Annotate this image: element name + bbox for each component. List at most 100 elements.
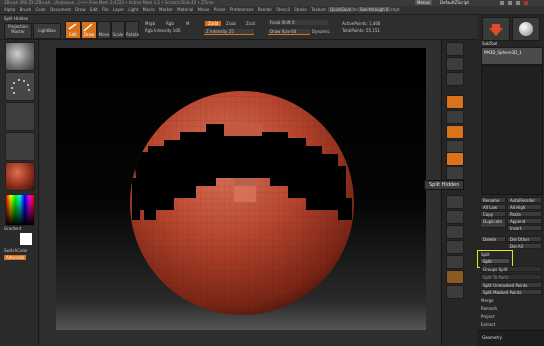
sphere-icon[interactable] [512, 17, 540, 41]
local-button[interactable] [446, 125, 464, 139]
tool-thumb-icon[interactable] [482, 17, 510, 41]
menu-item-edit[interactable]: Edit [90, 7, 102, 12]
solo-button[interactable] [446, 270, 464, 284]
subtool-slot[interactable]: PM3D_Sphere3D_1 [481, 47, 543, 65]
rgb-intensity-slider[interactable]: Rgb Intensity 100 [145, 28, 180, 33]
copy-button[interactable]: Copy [480, 211, 506, 217]
menu-item-alpha[interactable]: Alpha [4, 7, 20, 12]
scale-button[interactable]: Scale [111, 21, 125, 39]
groups-split-button[interactable]: Groups Split [480, 266, 542, 272]
split-hidden-label: Split Hidden [4, 16, 29, 21]
main-color-swatch[interactable] [20, 233, 32, 245]
close-icon[interactable] [524, 1, 528, 5]
transp-button[interactable] [446, 255, 464, 269]
stroke-icon[interactable] [5, 72, 35, 101]
move-button[interactable]: Move [97, 21, 111, 39]
persp-button[interactable] [446, 95, 464, 109]
split-hidden-button[interactable]: Split Hidden [480, 258, 510, 270]
material-icon[interactable] [5, 162, 35, 191]
duplicate-button[interactable]: Duplicate [480, 218, 506, 228]
geometry-header[interactable]: Geometry [478, 330, 544, 346]
color-picker-icon[interactable] [5, 194, 35, 226]
xyz-button[interactable] [446, 152, 464, 166]
extract-section[interactable]: Extract [481, 322, 495, 327]
minimize-icon[interactable] [508, 1, 512, 5]
switch-color-label[interactable]: SwitchColor [4, 248, 28, 253]
quicksave-button[interactable]: QuickSave [328, 7, 354, 12]
bpr-button[interactable] [446, 42, 464, 56]
focal-shift-slider[interactable]: Focal Shift 0 [268, 20, 328, 25]
maximize-icon[interactable] [516, 1, 520, 5]
left-shelf: Gradient SwitchColor Alternate [0, 40, 39, 345]
draw-size-slider[interactable]: Draw Size 64 [268, 29, 310, 35]
menu-item-stencil[interactable]: Stencil [276, 7, 294, 12]
scale-view-button[interactable] [446, 210, 464, 224]
append-button[interactable]: Append [507, 218, 542, 224]
texture-icon[interactable] [5, 132, 35, 161]
brush-icon[interactable] [5, 42, 35, 71]
alternate-button[interactable]: Alternate [4, 255, 27, 260]
menu-item-layer[interactable]: Layer [113, 7, 128, 12]
sphere-mesh[interactable] [116, 78, 376, 330]
menus-toggle[interactable]: Menus [415, 0, 433, 5]
menu-item-light[interactable]: Light [128, 7, 142, 12]
menu-item-movie[interactable]: Movie [198, 7, 214, 12]
menu-item-draw[interactable]: Draw [75, 7, 90, 12]
draw-button[interactable]: Draw [81, 21, 97, 39]
frame-button[interactable] [446, 166, 464, 180]
menu-item-file[interactable]: File [102, 7, 113, 12]
m-button[interactable]: M [186, 21, 189, 26]
delete-button[interactable]: Delete [480, 236, 506, 242]
sphere-viewport[interactable] [56, 48, 426, 330]
menu-item-document[interactable]: Document [50, 7, 75, 12]
zadd-button[interactable]: Zadd [205, 21, 222, 26]
insert-button[interactable]: Insert [507, 225, 542, 231]
z-intensity-slider[interactable]: Z Intensity 25 [204, 29, 254, 35]
dynamic-toggle[interactable]: Dynamic [312, 29, 330, 34]
rotate-button[interactable]: Rotate [125, 21, 139, 39]
menu-item-render[interactable]: Render [258, 7, 277, 12]
rgb-button[interactable]: Rgb [166, 21, 174, 26]
projection-master-button[interactable]: Projection Master [4, 23, 32, 39]
menu-item-marker[interactable]: Marker [159, 7, 177, 12]
all-low-button[interactable]: All Low [480, 204, 506, 210]
floor-button[interactable] [446, 110, 464, 124]
merge-section[interactable]: Merge [481, 298, 494, 303]
xpose-button[interactable] [446, 285, 464, 299]
project-section[interactable]: Project [481, 314, 495, 319]
menu-item-macro[interactable]: Macro [143, 7, 159, 12]
rename-button[interactable]: Rename [480, 197, 506, 203]
split-masked-points-button[interactable]: Split Masked Points [480, 289, 542, 295]
menu-item-preferences[interactable]: Preferences [230, 7, 258, 12]
help-icon[interactable] [500, 1, 504, 5]
move-view-button[interactable] [446, 195, 464, 209]
rotate-view-button[interactable] [446, 225, 464, 239]
split-to-parts-button[interactable]: Split To Parts [480, 274, 542, 280]
menu-item-stroke[interactable]: Stroke [294, 7, 311, 12]
gradient-label[interactable]: Gradient [4, 226, 21, 231]
remesh-section[interactable]: Remesh [481, 306, 497, 311]
zcut-button[interactable]: Zcut [246, 21, 255, 26]
see-through-slider[interactable]: See-through 0 [358, 7, 391, 12]
del-other-button[interactable]: Del Other [507, 236, 542, 242]
menu-item-material[interactable]: Material [177, 7, 198, 12]
menu-item-brush[interactable]: Brush [20, 7, 36, 12]
document-canvas[interactable] [56, 48, 426, 330]
zsub-button[interactable]: Zsub [226, 21, 236, 26]
spix-button[interactable] [446, 57, 464, 71]
all-high-button[interactable]: All High [507, 204, 542, 210]
menu-item-color[interactable]: Color [35, 7, 50, 12]
lightbox-button[interactable]: LightBox [33, 23, 61, 39]
scroll-button[interactable] [446, 72, 464, 86]
paste-button[interactable]: Paste [507, 211, 542, 217]
split-unmasked-points-button[interactable]: Split Unmasked Points [480, 282, 542, 288]
del-all-button[interactable]: Del All [507, 243, 542, 249]
menu-item-picker[interactable]: Picker [214, 7, 230, 12]
subtool-header[interactable]: SubTool [482, 41, 497, 46]
autoreorder-button[interactable]: AutoReorder [507, 197, 542, 203]
default-zscript[interactable]: DefaultZScript [440, 0, 469, 5]
alpha-icon[interactable] [5, 102, 35, 131]
mrgb-button[interactable]: Mrgb [145, 21, 155, 26]
polyf-button[interactable] [446, 240, 464, 254]
edit-button[interactable]: Edit [65, 21, 81, 39]
